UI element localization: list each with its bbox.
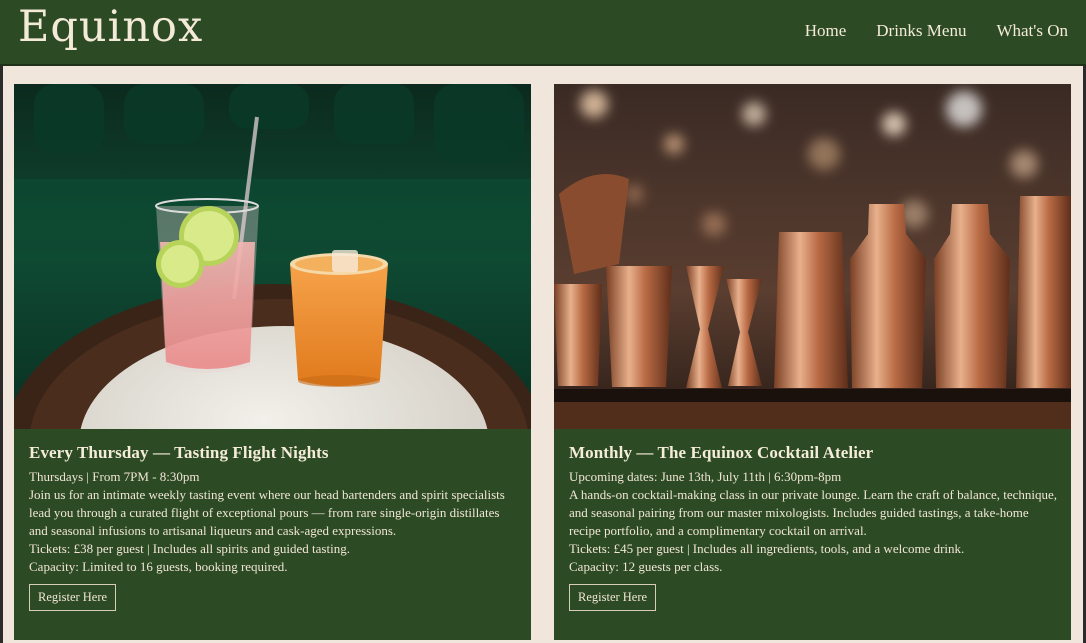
event-schedule: Upcoming dates: June 13th, July 11th | 6… — [569, 469, 842, 484]
event-details: Every Thursday — Tasting Flight Nights T… — [29, 443, 519, 611]
event-card-cocktail-atelier: Monthly — The Equinox Cocktail Atelier U… — [554, 84, 1071, 640]
nav-whats-on[interactable]: What's On — [996, 21, 1068, 41]
event-tickets: Tickets: £38 per guest | Includes all sp… — [29, 541, 350, 556]
event-schedule: Thursdays | From 7PM - 8:30pm — [29, 469, 200, 484]
event-details: Monthly — The Equinox Cocktail Atelier U… — [569, 443, 1059, 611]
event-capacity: Capacity: Limited to 16 guests, booking … — [29, 559, 288, 574]
event-description: Join us for an intimate weekly tasting e… — [29, 487, 505, 538]
nav-home[interactable]: Home — [805, 21, 847, 41]
event-capacity: Capacity: 12 guests per class. — [569, 559, 723, 574]
copper-bar-tools-photo — [554, 84, 1071, 429]
brand-logo[interactable]: Equinox — [18, 2, 203, 52]
main-nav: Home Drinks Menu What's On — [805, 21, 1068, 41]
register-button[interactable]: Register Here — [29, 584, 117, 611]
event-card-tasting-flight: Every Thursday — Tasting Flight Nights T… — [14, 84, 531, 640]
event-tickets: Tickets: £45 per guest | Includes all in… — [569, 541, 965, 556]
cocktails-on-table-photo — [14, 84, 531, 429]
site-header: Equinox Home Drinks Menu What's On — [0, 0, 1086, 66]
register-button[interactable]: Register Here — [569, 584, 657, 611]
event-description: A hands-on cocktail-making class in our … — [569, 487, 1058, 538]
event-title: Every Thursday — Tasting Flight Nights — [29, 443, 329, 462]
nav-drinks-menu[interactable]: Drinks Menu — [876, 21, 966, 41]
event-title: Monthly — The Equinox Cocktail Atelier — [569, 443, 874, 462]
